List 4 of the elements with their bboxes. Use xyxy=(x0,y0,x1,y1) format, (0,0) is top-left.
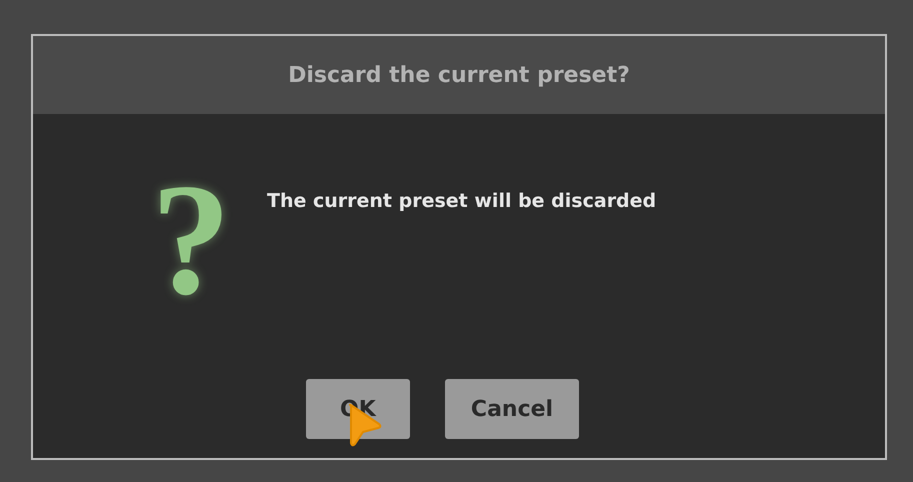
dialog-title: Discard the current preset? xyxy=(288,62,630,88)
dialog-message: The current preset will be discarded xyxy=(267,190,656,212)
dialog-button[interactable]: Cancel xyxy=(444,379,580,439)
question-icon: ? xyxy=(151,174,231,304)
